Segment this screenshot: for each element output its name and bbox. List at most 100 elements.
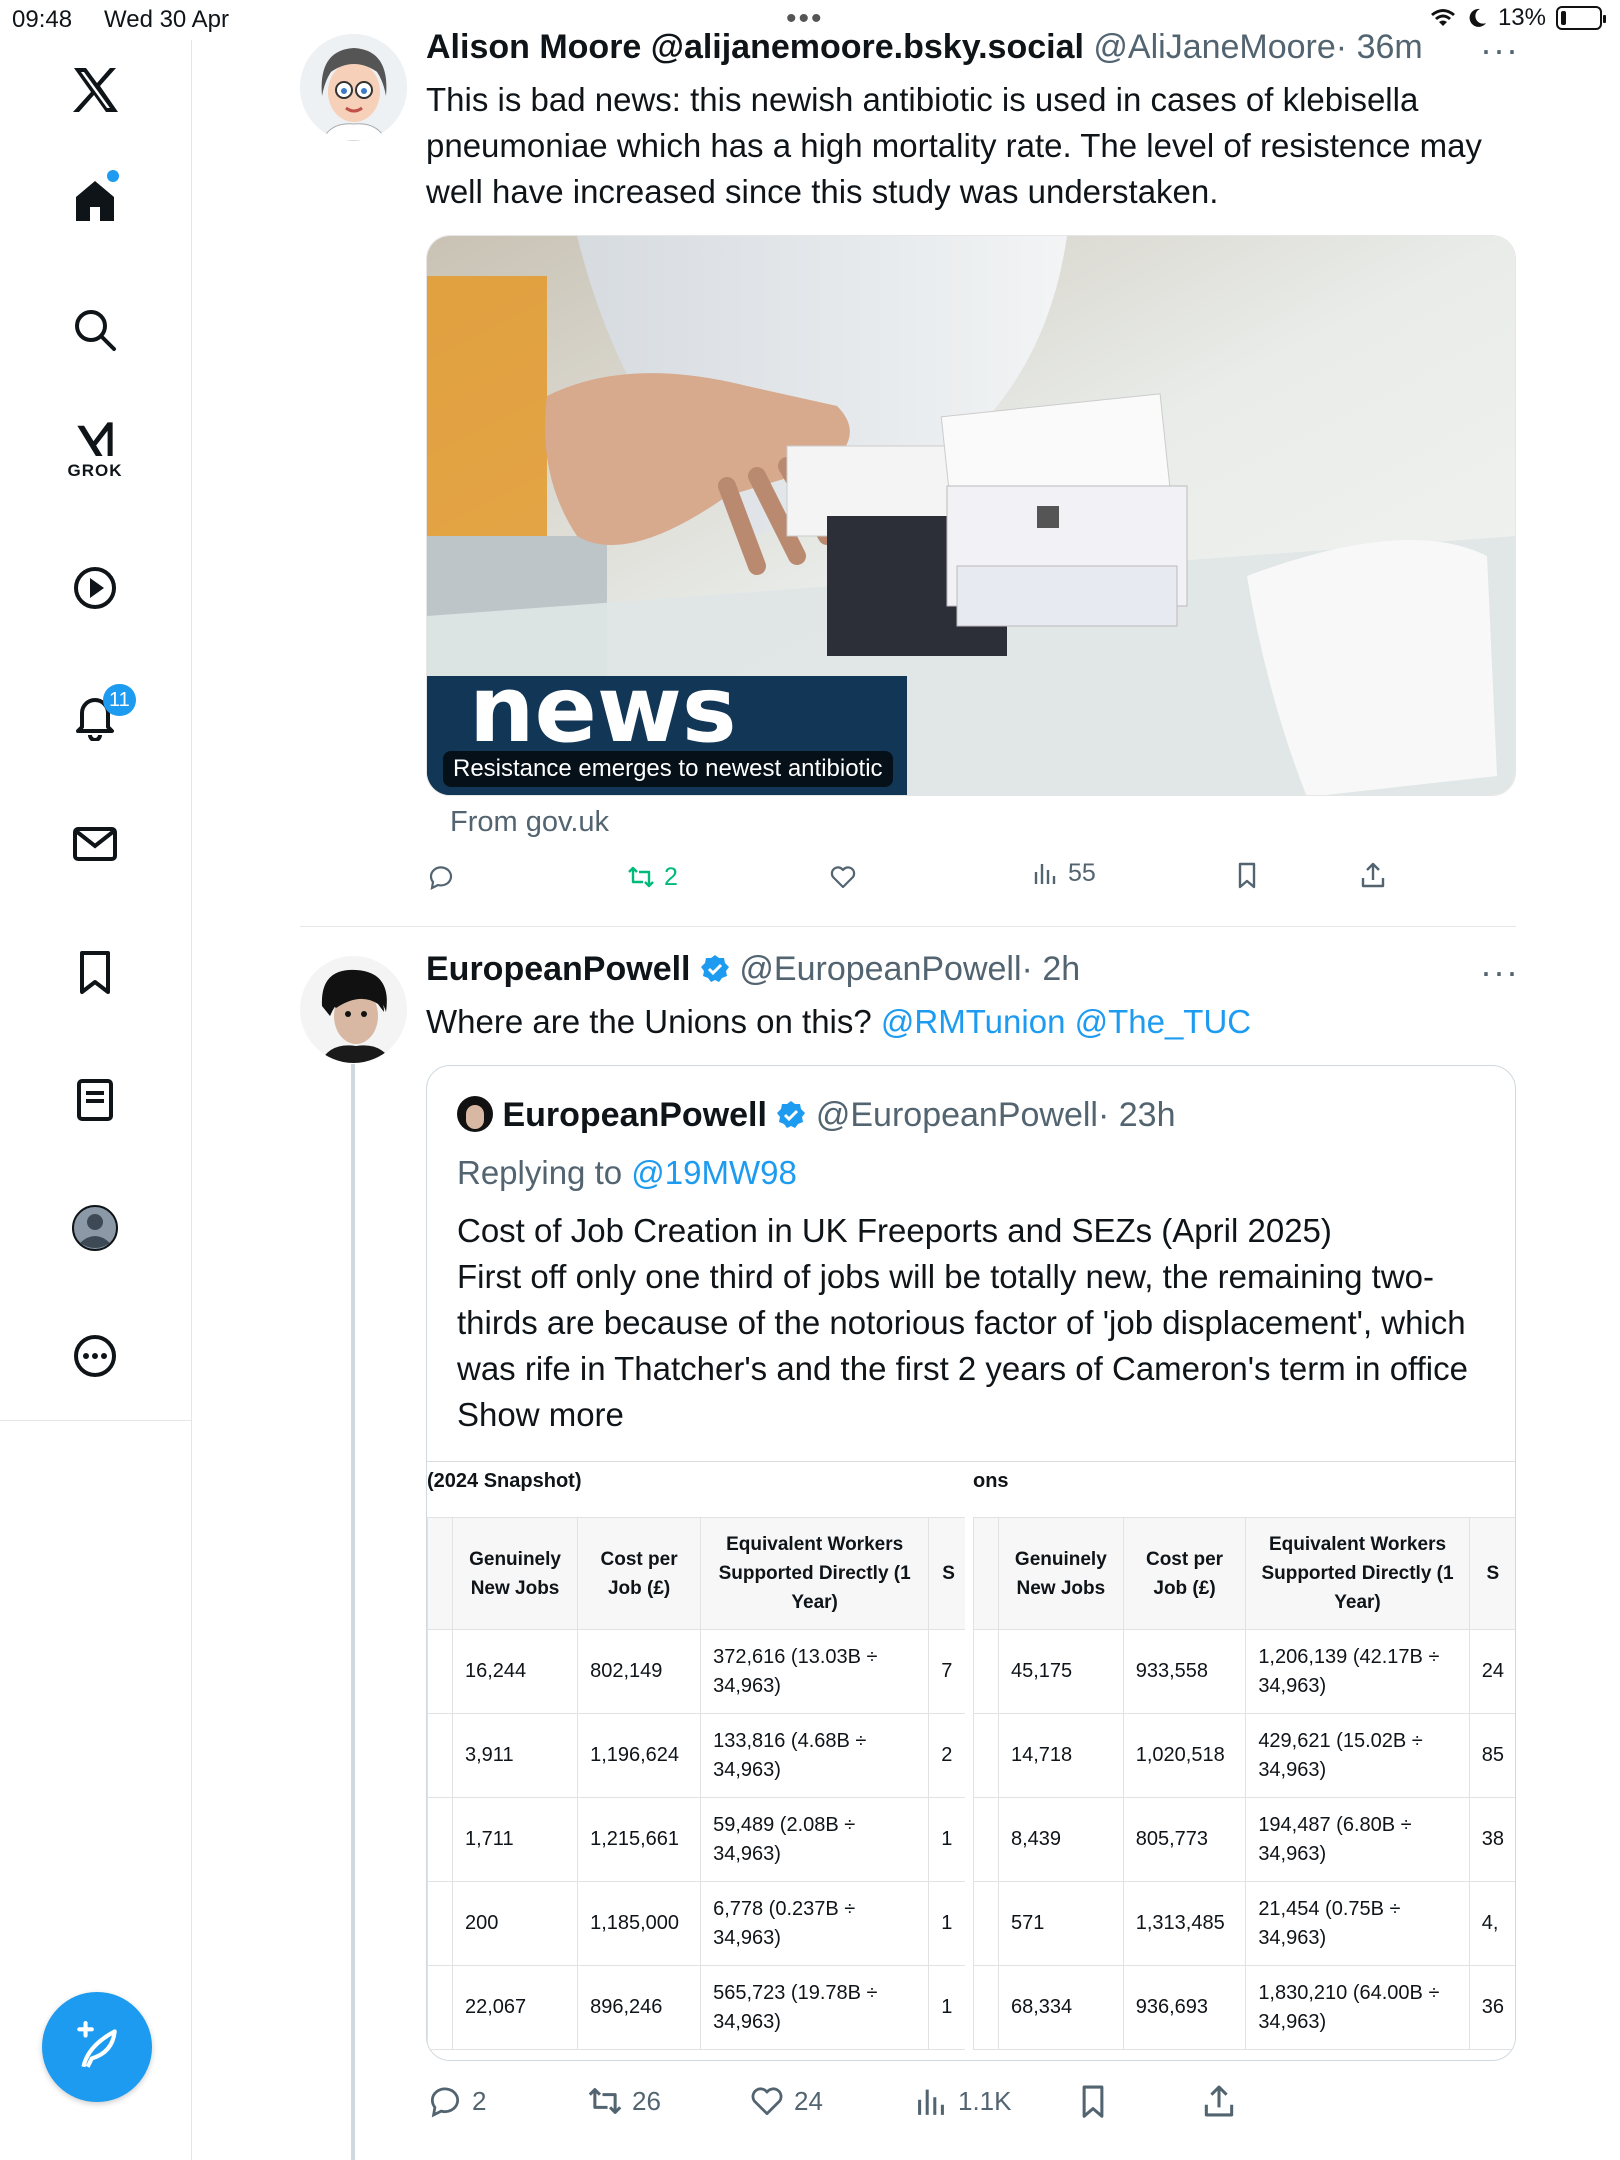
thread-line	[351, 1064, 355, 2160]
table-cell: 14,718	[998, 1713, 1124, 1798]
repost-button[interactable]: 2	[626, 862, 678, 892]
replying-to-link[interactable]: @19MW98	[631, 1154, 797, 1191]
table-cell: 8,439	[998, 1797, 1124, 1882]
share-button[interactable]	[1200, 2082, 1238, 2120]
quoted-author-handle: @EuropeanPowell	[815, 1096, 1098, 1134]
reply-button[interactable]: 2	[426, 2082, 486, 2120]
repost-button[interactable]: 26	[586, 2082, 661, 2120]
bookmark-button[interactable]	[1232, 860, 1262, 890]
views-button[interactable]: 55	[1030, 858, 1096, 888]
avatar[interactable]	[300, 956, 407, 1063]
author-handle[interactable]: @EuropeanPowell	[739, 950, 1021, 988]
bookmark-button[interactable]	[1074, 2082, 1112, 2120]
tweet-header: Alison Moore @alijanemoore.bsky.social @…	[426, 28, 1423, 67]
table-cell: 1,185,000	[577, 1881, 702, 1966]
table-header-cell: Equivalent Workers Supported Directly (1…	[1245, 1517, 1470, 1630]
post-time[interactable]: · 2h	[1022, 950, 1081, 988]
table-cell: 16,244	[451, 1629, 579, 1714]
search-icon[interactable]	[55, 290, 135, 370]
views-count: 1.1K	[958, 2085, 1012, 2116]
table-cell: 805,773	[1122, 1797, 1247, 1882]
mail-icon[interactable]	[55, 804, 135, 884]
table-cell: 4,	[1468, 1881, 1515, 1966]
mention-link[interactable]: @RMTunion	[881, 1003, 1066, 1040]
table-header-cell: S	[1468, 1517, 1515, 1630]
table-cell	[973, 1881, 999, 1966]
table-cell: 3,911	[451, 1713, 579, 1798]
repost-count: 26	[632, 2085, 661, 2116]
like-button[interactable]: 24	[748, 2082, 823, 2120]
table-cell	[427, 1965, 453, 2050]
table-title: (2024 Snapshot)	[427, 1470, 582, 1492]
more-options-icon[interactable]: ···	[1480, 32, 1519, 68]
like-button[interactable]	[828, 862, 866, 892]
lists-icon[interactable]	[55, 1060, 135, 1140]
table-title: ons	[973, 1470, 1009, 1492]
table-row: 14,718 1,020,518 429,621 (15.02B ÷ 34,963)…	[973, 1713, 1515, 1798]
avatar[interactable]	[300, 34, 407, 141]
show-more-link[interactable]: Show more	[457, 1396, 624, 1433]
compose-post-icon[interactable]	[42, 1992, 152, 2102]
table-split	[965, 1462, 973, 2060]
table-cell	[427, 1881, 453, 1966]
home-icon[interactable]	[55, 160, 135, 240]
table-cell	[973, 1965, 999, 2050]
post-time[interactable]: · 36m	[1336, 28, 1423, 66]
video-play-icon[interactable]	[55, 548, 135, 628]
table-header-cell: Cost per Job (£)	[1122, 1517, 1247, 1630]
replying-to-label: Replying to	[457, 1154, 632, 1191]
quoted-avatar	[457, 1096, 493, 1132]
quoted-tweet[interactable]: EuropeanPowell @EuropeanPowell· 23h Repl…	[426, 1065, 1516, 2061]
table-cell: 1,196,624	[577, 1713, 702, 1798]
table-row: 45,175 933,558 1,206,139 (42.17B ÷ 34,963)…	[973, 1629, 1515, 1714]
analytics-icon	[1034, 864, 1056, 884]
link-card-source[interactable]: From gov.uk	[450, 806, 609, 839]
share-button[interactable]	[1358, 860, 1388, 890]
quoted-table-image[interactable]: (2024 Snapshot) Genuinely New Jobs Cost …	[427, 1461, 1515, 2060]
reply-icon	[429, 866, 453, 890]
table-header-cell: Cost per Job (£)	[577, 1517, 702, 1630]
status-time: 09:48	[12, 6, 73, 33]
table-cell: 24	[1468, 1629, 1515, 1714]
table-cell: 1,020,518	[1122, 1713, 1247, 1798]
link-card-image[interactable]: news Resistance emerges to newest antibi…	[426, 235, 1516, 796]
table-cell: 6,778 (0.237B ÷ 34,963)	[700, 1881, 930, 1966]
table-cell: 2	[928, 1713, 969, 1798]
table-cell: 936,693	[1122, 1965, 1247, 2050]
reply-button[interactable]	[426, 862, 464, 892]
table-cell	[427, 1713, 453, 1798]
table-header-cell: S	[928, 1517, 969, 1630]
table-cell: 21,454 (0.75B ÷ 34,963)	[1245, 1881, 1470, 1966]
quoted-header: EuropeanPowell @EuropeanPowell· 23h	[457, 1096, 1176, 1135]
table-cell	[427, 1797, 453, 1882]
link-card-caption[interactable]: Resistance emerges to newest antibiotic	[443, 751, 893, 787]
news-banner-text: news	[469, 656, 737, 763]
quoted-post-time: · 23h	[1098, 1096, 1176, 1134]
table-cell	[973, 1713, 999, 1798]
table-cell: 372,616 (13.03B ÷ 34,963)	[700, 1629, 930, 1714]
table-header-cell: Equivalent Workers Supported Directly (1…	[700, 1517, 930, 1630]
share-icon	[1361, 862, 1385, 888]
notifications-badge: 11	[103, 684, 136, 716]
author-name[interactable]: EuropeanPowell	[426, 950, 691, 988]
x-logo-icon[interactable]	[55, 50, 135, 130]
table-cell: 22,067	[451, 1965, 579, 2050]
author-handle[interactable]: @AliJaneMoore	[1093, 28, 1335, 66]
analytics-icon	[918, 2089, 944, 2115]
author-name[interactable]: Alison Moore @alijanemoore.bsky.social	[426, 28, 1084, 66]
sidebar-divider	[0, 1420, 192, 1421]
views-button[interactable]: 1.1K	[912, 2082, 1012, 2120]
table-cell	[973, 1797, 999, 1882]
mention-link[interactable]: @The_TUC	[1075, 1003, 1252, 1040]
profile-icon[interactable]	[55, 1188, 135, 1268]
table-cell: 565,723 (19.78B ÷ 34,963)	[700, 1965, 930, 2050]
table-cell: 429,621 (15.02B ÷ 34,963)	[1245, 1713, 1470, 1798]
table-pane-right: ons Genuinely New Jobs Cost per Job (£) …	[973, 1462, 1515, 2060]
bookmark-icon[interactable]	[55, 932, 135, 1012]
table-cell: 85	[1468, 1713, 1515, 1798]
grok-icon[interactable]: GROK	[55, 410, 135, 490]
table-header-cell: Genuinely New Jobs	[451, 1517, 579, 1630]
more-options-icon[interactable]: ···	[1480, 954, 1519, 990]
more-circle-icon[interactable]	[55, 1316, 135, 1396]
home-unread-dot	[107, 170, 119, 182]
